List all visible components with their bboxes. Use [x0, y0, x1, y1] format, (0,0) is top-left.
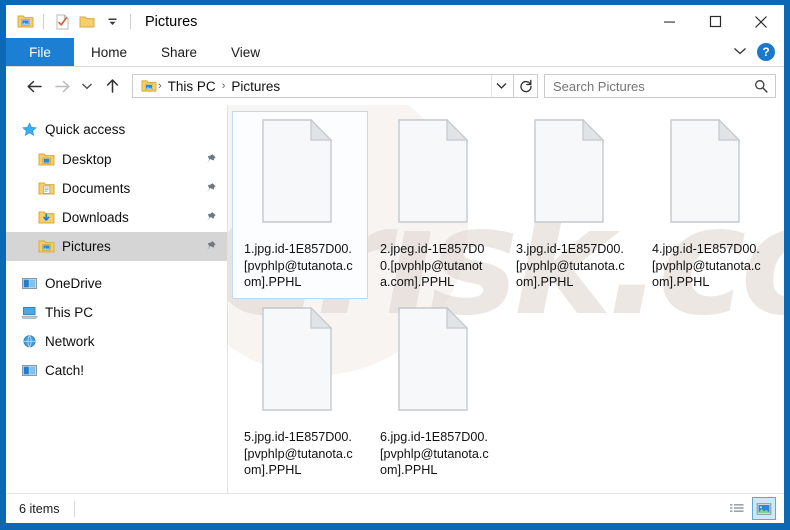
- tab-home[interactable]: Home: [74, 38, 144, 66]
- file-item[interactable]: 1.jpg.id-1E857D00.[pvphlp@tutanota.com].…: [232, 111, 368, 299]
- customize-qat-chevron-icon[interactable]: [101, 11, 123, 33]
- pin-icon[interactable]: [203, 211, 217, 225]
- ribbon-right-controls: ?: [733, 38, 784, 66]
- file-name-label: 4.jpg.id-1E857D00.[pvphlp@tutanota.com].…: [652, 242, 761, 289]
- file-item[interactable]: 6.jpg.id-1E857D00.[pvphlp@tutanota.com].…: [368, 299, 504, 487]
- onedrive-icon: [20, 275, 38, 293]
- sidebar-item-catch[interactable]: Catch!: [6, 356, 227, 385]
- file-name-label: 3.jpg.id-1E857D00.[pvphlp@tutanota.com].…: [516, 242, 625, 289]
- file-list-pane[interactable]: PCrisk.com 1.jpg.id-1E857D00.[pvphlp@tut…: [228, 105, 784, 493]
- maximize-button[interactable]: [692, 5, 738, 38]
- tab-file[interactable]: File: [6, 38, 74, 66]
- explorer-window: Pictures File Home Share View ? › This P…: [0, 0, 790, 530]
- sidebar-item-downloads[interactable]: Downloads: [6, 203, 227, 232]
- new-folder-icon[interactable]: [76, 11, 98, 33]
- refresh-button[interactable]: [514, 74, 538, 98]
- sidebar-item-this-pc[interactable]: This PC: [6, 298, 227, 327]
- blank-file-icon: [388, 305, 484, 423]
- title-bar: Pictures: [6, 5, 784, 38]
- file-grid: 1.jpg.id-1E857D00.[pvphlp@tutanota.com].…: [228, 105, 784, 487]
- pin-icon[interactable]: [203, 182, 217, 196]
- blank-file-icon: [524, 117, 620, 235]
- blank-file-icon: [252, 305, 348, 423]
- pin-icon[interactable]: [203, 153, 217, 167]
- file-name-label: 6.jpg.id-1E857D00.[pvphlp@tutanota.com].…: [380, 430, 489, 477]
- sidebar-label-downloads: Downloads: [62, 210, 129, 225]
- sidebar-label-network: Network: [45, 334, 95, 349]
- sidebar-label-documents: Documents: [62, 181, 131, 196]
- sidebar-label-onedrive: OneDrive: [45, 276, 103, 291]
- blank-file-icon: [252, 117, 348, 235]
- sidebar-label-quick-access: Quick access: [45, 122, 126, 137]
- status-separator: [73, 500, 75, 517]
- close-button[interactable]: [738, 5, 784, 38]
- sidebar-label-pictures: Pictures: [62, 239, 111, 254]
- qat-separator-2: [130, 14, 131, 29]
- window-title: Pictures: [145, 13, 198, 30]
- minimize-button[interactable]: [646, 5, 692, 38]
- blank-file-icon: [388, 117, 484, 235]
- sidebar-item-onedrive[interactable]: OneDrive: [6, 269, 227, 298]
- sidebar-item-quick-access[interactable]: Quick access: [6, 115, 227, 144]
- network-icon: [20, 333, 38, 351]
- breadcrumb-bar[interactable]: › This PC › Pictures: [132, 74, 514, 98]
- window-client-area: Pictures File Home Share View ? › This P…: [6, 5, 784, 523]
- sidebar-item-desktop[interactable]: Desktop: [6, 145, 227, 174]
- sidebar-label-catch: Catch!: [45, 363, 85, 378]
- file-item[interactable]: 4.jpg.id-1E857D00.[pvphlp@tutanota.com].…: [640, 111, 776, 299]
- folder-downloads-icon: [37, 209, 55, 227]
- catch-drive-icon: [20, 362, 38, 380]
- star-icon: [20, 121, 38, 139]
- address-bar: › This PC › Pictures: [6, 67, 784, 105]
- breadcrumb-dropdown-chevron-icon[interactable]: [491, 75, 511, 97]
- view-toggle-group: [725, 497, 776, 520]
- item-count-label: 6 items: [19, 501, 60, 516]
- file-name-label: 1.jpg.id-1E857D00.[pvphlp@tutanota.com].…: [244, 242, 353, 289]
- this-pc-icon: [20, 304, 38, 322]
- ribbon-tab-bar: File Home Share View ?: [6, 38, 784, 67]
- search-input[interactable]: [553, 78, 751, 94]
- blank-file-icon: [660, 117, 756, 235]
- folder-documents-icon: [37, 180, 55, 198]
- breadcrumb: › This PC › Pictures: [139, 79, 491, 94]
- quick-access-toolbar: [6, 11, 135, 33]
- back-button[interactable]: [20, 73, 48, 99]
- large-icons-view-button[interactable]: [752, 497, 776, 520]
- sidebar-item-documents[interactable]: Documents: [6, 174, 227, 203]
- breadcrumb-item-this-pc[interactable]: This PC: [163, 79, 221, 94]
- up-button[interactable]: [98, 73, 126, 99]
- file-item[interactable]: 2.jpeg.id-1E857D00.[pvphlp@tutanota.com]…: [368, 111, 504, 299]
- pin-icon[interactable]: [203, 240, 217, 254]
- navigation-pane: Quick access Desktop Documents Downloads…: [6, 105, 228, 493]
- sidebar-item-pictures[interactable]: Pictures: [6, 232, 227, 261]
- explorer-body: Quick access Desktop Documents Downloads…: [6, 105, 784, 493]
- status-bar: 6 items: [6, 493, 784, 523]
- details-view-button[interactable]: [725, 497, 749, 520]
- recent-locations-chevron-icon[interactable]: [76, 73, 98, 99]
- window-controls: [646, 5, 784, 38]
- file-name-label: 5.jpg.id-1E857D00.[pvphlp@tutanota.com].…: [244, 430, 353, 477]
- file-item[interactable]: 3.jpg.id-1E857D00.[pvphlp@tutanota.com].…: [504, 111, 640, 299]
- tab-view[interactable]: View: [214, 38, 277, 66]
- folder-desktop-icon: [37, 151, 55, 169]
- breadcrumb-item-pictures[interactable]: Pictures: [226, 79, 285, 94]
- file-name-label: 2.jpeg.id-1E857D00.[pvphlp@tutanota.com]…: [380, 242, 485, 289]
- folder-pictures-icon: [37, 238, 55, 256]
- search-box[interactable]: [544, 74, 776, 98]
- tab-share[interactable]: Share: [144, 38, 214, 66]
- qat-separator-1: [43, 14, 44, 29]
- file-item[interactable]: 5.jpg.id-1E857D00.[pvphlp@tutanota.com].…: [232, 299, 368, 487]
- sidebar-label-desktop: Desktop: [62, 152, 112, 167]
- properties-icon[interactable]: [51, 11, 73, 33]
- help-button[interactable]: ?: [757, 43, 775, 61]
- pictures-folder-icon[interactable]: [14, 11, 36, 33]
- forward-button[interactable]: [48, 73, 76, 99]
- expand-ribbon-chevron-icon[interactable]: [733, 43, 747, 61]
- search-icon[interactable]: [751, 79, 771, 93]
- sidebar-item-network[interactable]: Network: [6, 327, 227, 356]
- pictures-folder-icon: [139, 79, 157, 93]
- sidebar-label-this-pc: This PC: [45, 305, 94, 320]
